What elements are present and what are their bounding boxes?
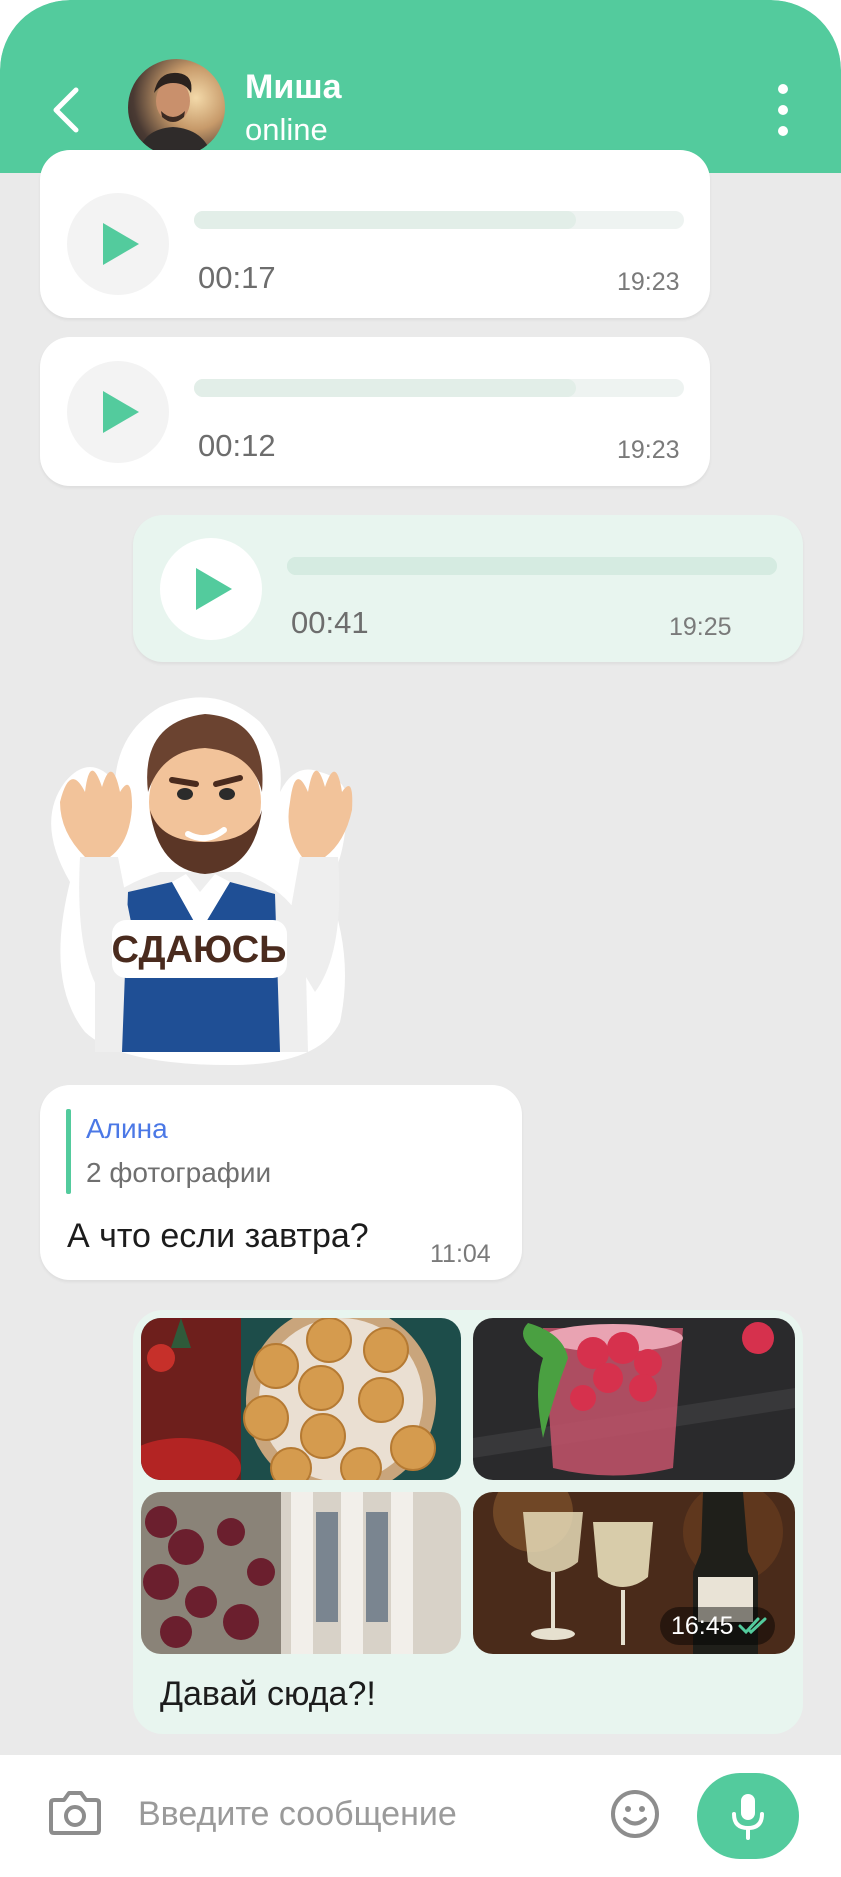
contact-name: Миша [245,68,342,106]
play-button[interactable] [67,193,169,295]
chevron-left-icon [53,87,79,133]
message-time: 16:45 [671,1612,734,1640]
quote-author[interactable]: Алина [86,1113,168,1145]
photo-building[interactable] [141,1492,461,1654]
audio-progress-bar[interactable] [194,211,684,229]
message-time: 19:25 [669,613,732,641]
voice-duration: 00:12 [198,428,276,463]
chat-header: Миша online [0,0,841,173]
message-input[interactable] [138,1781,578,1847]
camera-button[interactable] [48,1788,102,1838]
photo-album-message: 16:45 Давай сюда?! [133,1310,803,1734]
message-time: 11:04 [430,1240,491,1268]
message-time: 19:23 [617,436,680,464]
message-time: 19:23 [617,268,680,296]
play-icon [103,223,139,265]
reply-message: Алина 2 фотографии А что если завтра? 11… [40,1085,522,1280]
chat-screen: Миша online 00:17 19:23 00:12 19:23 00:4… [0,0,841,1877]
play-button[interactable] [67,361,169,463]
quote-bar [66,1109,71,1194]
voice-message: 00:12 19:23 [40,337,710,486]
double-check-icon [738,1617,767,1635]
more-options-button[interactable] [770,84,796,136]
message-text: А что если завтра? [67,1217,369,1255]
play-button[interactable] [160,538,262,640]
camera-icon [49,1791,101,1835]
play-icon [103,391,139,433]
sticker[interactable]: СДАЮСЬ [40,692,410,1065]
voice-duration: 00:41 [291,605,369,640]
quote-text[interactable]: 2 фотографии [86,1157,271,1189]
emoji-icon [611,1790,659,1838]
microphone-icon [732,1794,764,1840]
voice-message: 00:17 19:23 [40,150,710,318]
photo-caption: Давай сюда?! [160,1675,376,1713]
play-icon [196,568,232,610]
photo-timestamp: 16:45 [660,1607,775,1645]
emoji-button[interactable] [609,1788,661,1840]
audio-progress-bar[interactable] [194,379,684,397]
contact-avatar[interactable] [128,59,225,156]
message-input-bar [0,1755,841,1877]
photo-raspberry-drink[interactable] [473,1318,795,1480]
voice-record-button[interactable] [697,1773,799,1859]
voice-duration: 00:17 [198,260,276,295]
more-vertical-icon [778,84,788,94]
contact-status: online [245,112,328,147]
back-button[interactable] [44,82,88,138]
photo-cookies[interactable] [141,1318,461,1480]
sticker-text: СДАЮСЬ [112,929,287,971]
audio-progress-bar[interactable] [287,557,777,575]
photo-wine-glasses[interactable]: 16:45 [473,1492,795,1654]
voice-message: 00:41 19:25 [133,515,803,662]
